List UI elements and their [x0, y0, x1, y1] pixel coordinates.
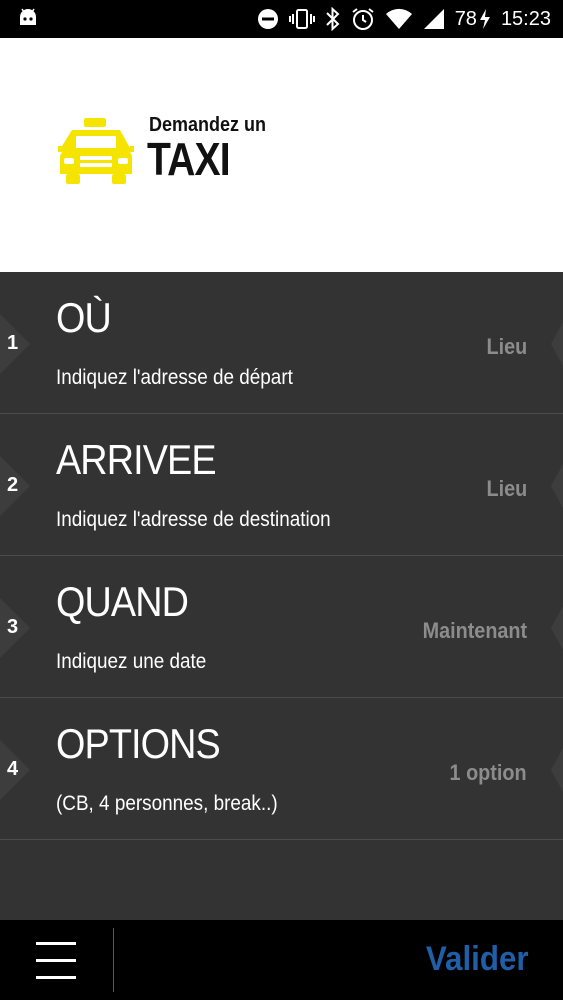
step-title: QUAND [56, 578, 189, 625]
step-number: 3 [7, 616, 19, 638]
taxi-icon [58, 118, 134, 184]
bluetooth-icon [325, 7, 340, 31]
step-value: Lieu [486, 476, 527, 501]
step-chevron [551, 606, 563, 650]
step-chevron [551, 464, 563, 508]
vibrate-icon [288, 9, 315, 29]
menu-line [36, 976, 76, 979]
logo-text-large: TAXI [147, 133, 231, 185]
step-departure[interactable]: 1 OÙ Indiquez l'adresse de départ Lieu [0, 272, 563, 414]
step-value: 1 option [450, 760, 527, 785]
step-when[interactable]: 3 QUAND Indiquez une date Maintenant [0, 556, 563, 698]
clock: 15:23 [500, 7, 551, 30]
step-subtitle: Indiquez l'adresse de destination [56, 508, 331, 531]
charging-icon [479, 9, 490, 29]
validate-button[interactable]: Valider [426, 940, 529, 979]
step-number: 4 [7, 758, 19, 780]
step-arrival[interactable]: 2 ARRIVEE Indiquez l'adresse de destinat… [0, 414, 563, 556]
step-subtitle: Indiquez une date [56, 650, 207, 673]
menu-icon[interactable] [30, 936, 82, 982]
divider [113, 928, 114, 992]
menu-line [36, 959, 76, 962]
header: Demandez un TAXI [0, 38, 563, 272]
status-bar: 78 15:23 [0, 0, 563, 38]
step-number: 1 [7, 332, 19, 354]
menu-line [36, 942, 76, 945]
battery-level: 78 [454, 7, 477, 30]
do-not-disturb-icon [257, 9, 278, 29]
bottom-bar: Valider [0, 920, 563, 1000]
step-options[interactable]: 4 OPTIONS (CB, 4 personnes, break..) 1 o… [0, 698, 563, 840]
step-value: Maintenant [422, 618, 527, 643]
step-subtitle: Indiquez l'adresse de départ [56, 366, 293, 389]
step-value: Lieu [486, 334, 527, 359]
android-icon [20, 8, 36, 25]
step-chevron [551, 748, 563, 792]
alarm-icon [352, 8, 374, 30]
signal-icon [423, 9, 444, 29]
step-chevron [551, 322, 563, 366]
wifi-icon [385, 8, 412, 29]
booking-steps: 1 OÙ Indiquez l'adresse de départ Lieu 2… [0, 272, 563, 920]
step-title: OPTIONS [56, 720, 221, 767]
step-title: OÙ [56, 294, 112, 341]
step-title: ARRIVEE [56, 436, 217, 483]
step-subtitle: (CB, 4 personnes, break..) [56, 792, 278, 815]
step-number: 2 [7, 474, 19, 496]
